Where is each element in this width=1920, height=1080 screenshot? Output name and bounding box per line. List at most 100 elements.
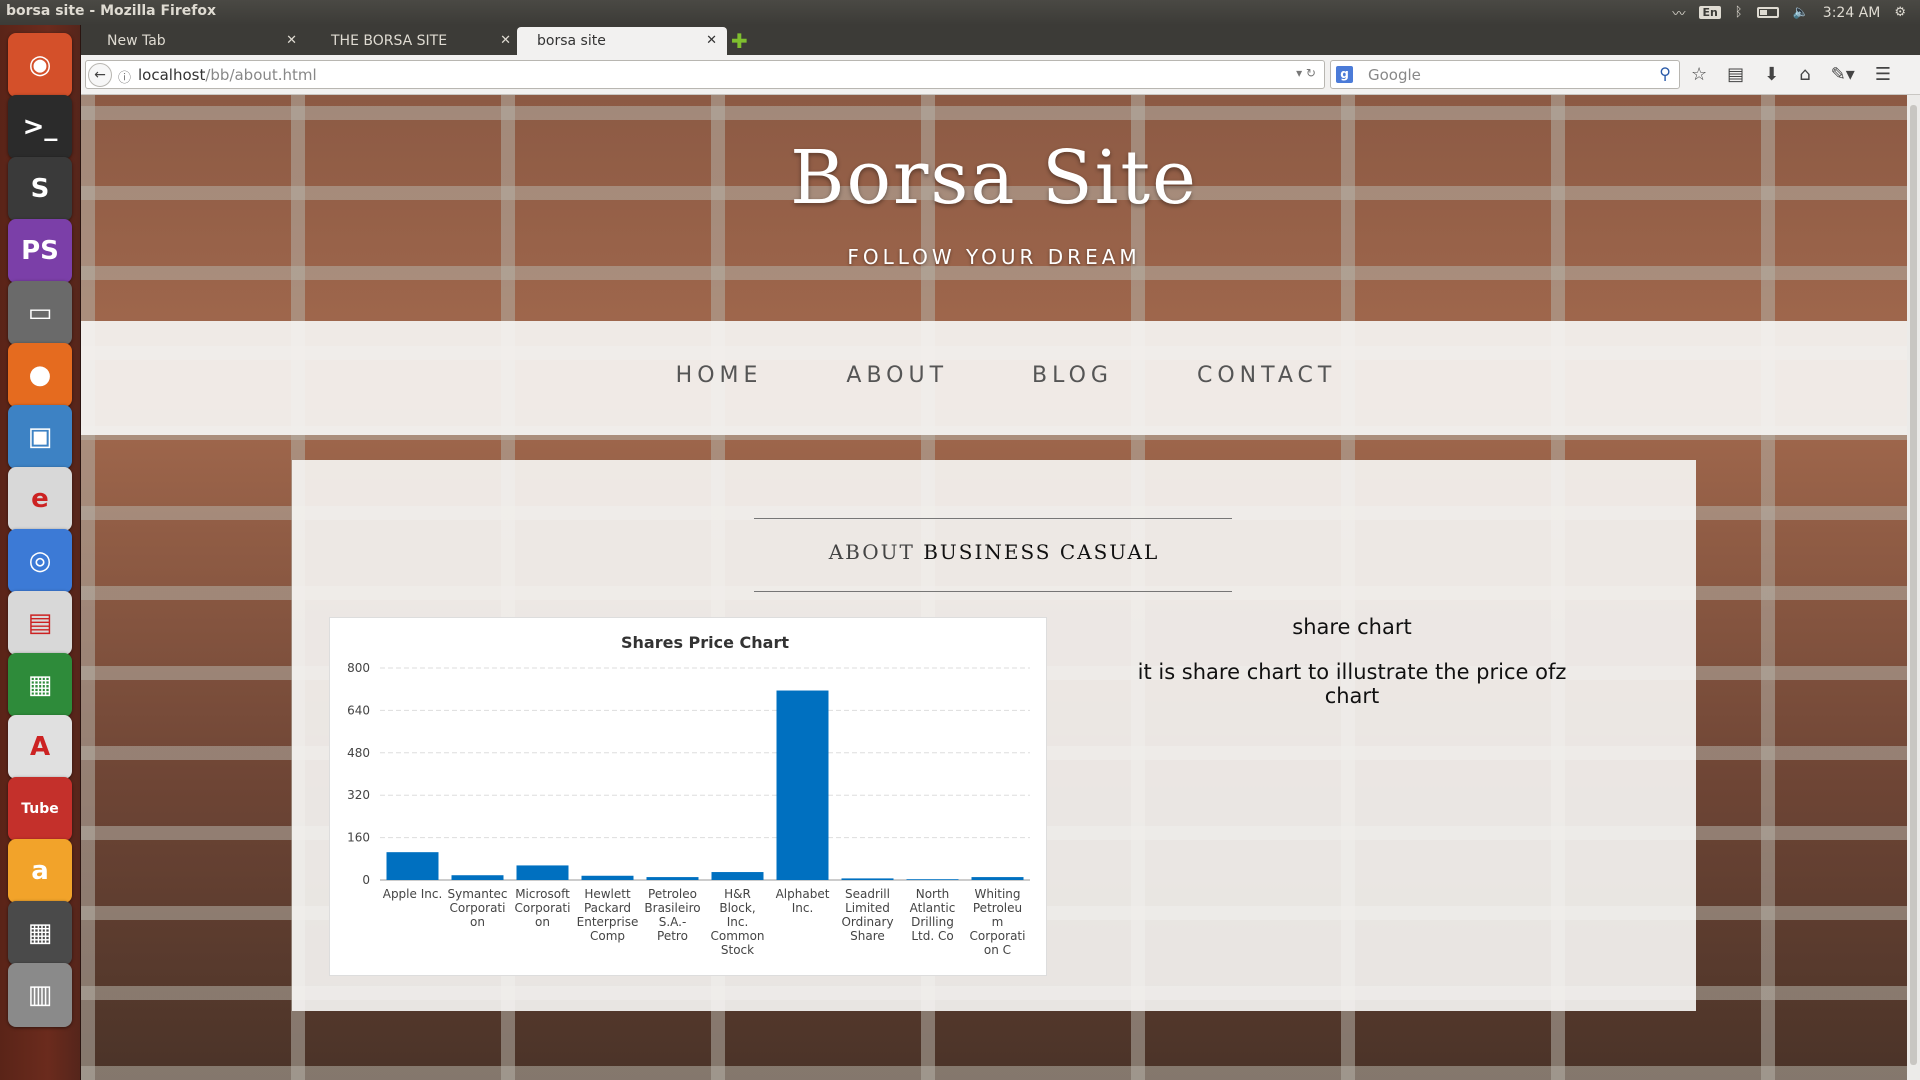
power-gear-icon[interactable]: ⚙ bbox=[1894, 5, 1906, 20]
x-tick-label: Inc. bbox=[792, 901, 814, 915]
sublime-text-icon[interactable]: S bbox=[8, 157, 72, 221]
x-tick-label: Brasileiro bbox=[644, 901, 700, 915]
bar bbox=[971, 877, 1024, 880]
back-arrow-icon[interactable]: ← bbox=[88, 63, 112, 87]
extension-icon[interactable]: ✎▾ bbox=[1831, 64, 1855, 85]
reload-icon[interactable]: ▾ ↻ bbox=[1296, 66, 1316, 80]
terminal-icon[interactable]: >_ bbox=[8, 95, 72, 159]
x-tick-label: Common bbox=[710, 929, 764, 943]
content-box: ABOUT BUSINESS CASUAL Shares Price Chart… bbox=[292, 460, 1696, 1011]
workspace-switcher-icon[interactable]: ▦ bbox=[8, 901, 72, 965]
x-tick-label: Comp bbox=[590, 929, 625, 943]
address-bar[interactable]: ← ⓘ localhost/bb/about.html ▾ ↻ bbox=[85, 60, 1325, 89]
browser-nav-bar: ← ⓘ localhost/bb/about.html ▾ ↻ g Google… bbox=[81, 55, 1920, 95]
emacs-icon[interactable]: e bbox=[8, 467, 72, 531]
x-tick-label: Corporati bbox=[450, 901, 506, 915]
x-tick-label: Hewlett bbox=[584, 887, 631, 901]
site-identity-icon[interactable]: ⓘ bbox=[118, 67, 131, 86]
ubuntu-dash-icon[interactable]: ◉ bbox=[8, 33, 72, 97]
x-tick-label: Inc. bbox=[727, 915, 749, 929]
x-tick-label: Share bbox=[850, 929, 885, 943]
clock[interactable]: 3:24 AM bbox=[1823, 5, 1881, 21]
tab-new-tab[interactable]: New Tab ✕ bbox=[87, 27, 307, 55]
tab-label: New Tab bbox=[107, 33, 166, 49]
chart-svg: Shares Price Chart 0 160 320 480 640 800 Apple … bbox=[347, 633, 1030, 957]
y-tick-label: 480 bbox=[347, 746, 370, 760]
reading-list-icon[interactable]: ▤ bbox=[1727, 64, 1744, 85]
home-icon[interactable]: ⌂ bbox=[1799, 64, 1810, 85]
y-tick-label: 640 bbox=[347, 703, 370, 717]
menu-icon[interactable]: ☰ bbox=[1875, 64, 1891, 85]
x-tick-label: S.A.- bbox=[659, 915, 687, 929]
close-tab-icon[interactable]: ✕ bbox=[286, 33, 297, 48]
side-heading: share chart bbox=[1292, 615, 1412, 639]
x-tick-label: on C bbox=[984, 943, 1011, 957]
tab-borsa-site[interactable]: borsa site ✕ bbox=[517, 27, 727, 55]
scrollbar-thumb[interactable] bbox=[1910, 105, 1917, 1065]
download-icon[interactable]: ⬇ bbox=[1764, 64, 1779, 85]
x-tick-label: Enterprise bbox=[577, 915, 639, 929]
keyboard-layout-indicator[interactable]: En bbox=[1699, 6, 1721, 19]
files-icon[interactable]: ▭ bbox=[8, 281, 72, 345]
x-tick-label: Petro bbox=[657, 929, 688, 943]
ubuntu-software-icon[interactable]: A bbox=[8, 715, 72, 779]
url-path: /bb/about.html bbox=[205, 66, 317, 84]
search-bar[interactable]: g Google ⚲ bbox=[1330, 60, 1680, 89]
site-nav: HOME ABOUT BLOG CONTACT bbox=[81, 321, 1907, 435]
nav-blog[interactable]: BLOG bbox=[1032, 363, 1113, 388]
youtube-icon[interactable]: Tube bbox=[8, 777, 72, 841]
phpstorm-icon[interactable]: PS bbox=[8, 219, 72, 283]
nav-contact[interactable]: CONTACT bbox=[1197, 363, 1336, 388]
bar bbox=[776, 690, 829, 880]
shares-price-chart: Shares Price Chart 0 160 320 480 640 800 Apple … bbox=[329, 617, 1047, 976]
amazon-icon[interactable]: a bbox=[8, 839, 72, 903]
bluetooth-icon[interactable]: ᛒ bbox=[1735, 5, 1743, 20]
nav-about[interactable]: ABOUT bbox=[846, 363, 948, 388]
close-tab-icon[interactable]: ✕ bbox=[706, 33, 717, 48]
close-tab-icon[interactable]: ✕ bbox=[500, 33, 511, 48]
x-tick-label: Ordinary bbox=[841, 915, 893, 929]
x-tick-label: Block, bbox=[719, 901, 755, 915]
x-tick-label: Limited bbox=[845, 901, 890, 915]
x-tick-label: H&R bbox=[724, 887, 751, 901]
trash-icon[interactable]: ▥ bbox=[8, 963, 72, 1027]
battery-icon[interactable] bbox=[1756, 7, 1779, 18]
x-tick-label: Microsoft bbox=[515, 887, 570, 901]
bar bbox=[646, 877, 699, 880]
wifi-icon[interactable]: 〰 bbox=[1672, 3, 1685, 22]
bar bbox=[581, 875, 634, 880]
x-tick-label: Alphabet bbox=[776, 887, 830, 901]
site-tagline: FOLLOW YOUR DREAM bbox=[847, 245, 1141, 269]
page-scrollbar[interactable] bbox=[1907, 95, 1920, 1080]
new-tab-plus-icon[interactable]: ✚ bbox=[731, 29, 748, 53]
side-text: it is share chart to illustrate the pric… bbox=[1137, 660, 1567, 708]
firefox-icon[interactable]: ● bbox=[8, 343, 72, 407]
libreoffice-calc-icon[interactable]: ▦ bbox=[8, 653, 72, 717]
libreoffice-impress-icon[interactable]: ▤ bbox=[8, 591, 72, 655]
toolbar-icons: ☆ ▤ ⬇ ⌂ ✎▾ ☰ bbox=[1691, 64, 1891, 85]
virtualbox-icon[interactable]: ▣ bbox=[8, 405, 72, 469]
y-tick-label: 0 bbox=[362, 873, 370, 887]
x-tick-label: Whiting bbox=[974, 887, 1020, 901]
tab-the-borsa-site[interactable]: THE BORSA SITE ✕ bbox=[311, 27, 521, 55]
nav-home[interactable]: HOME bbox=[676, 363, 763, 388]
bookmark-star-icon[interactable]: ☆ bbox=[1691, 64, 1707, 85]
x-tick-label: Petroleo bbox=[648, 887, 697, 901]
volume-icon[interactable]: 🔈 bbox=[1793, 5, 1809, 20]
bar bbox=[711, 872, 764, 880]
search-engine-icon[interactable]: g bbox=[1336, 66, 1353, 83]
x-tick-label: Corporati bbox=[515, 901, 571, 915]
system-top-bar: borsa site - Mozilla Firefox 〰 En ᛒ 🔈 3:… bbox=[0, 0, 1920, 25]
x-tick-label: Symantec bbox=[447, 887, 507, 901]
bar bbox=[386, 852, 439, 880]
chart-title: Shares Price Chart bbox=[621, 633, 789, 652]
chromium-icon[interactable]: ◎ bbox=[8, 529, 72, 593]
x-tick-label: Corporati bbox=[970, 929, 1026, 943]
bar bbox=[906, 879, 959, 880]
x-tick-label: on bbox=[535, 915, 550, 929]
search-icon[interactable]: ⚲ bbox=[1659, 64, 1671, 83]
url-text[interactable]: localhost/bb/about.html bbox=[138, 66, 317, 84]
x-tick-label: Ltd. Co bbox=[911, 929, 953, 943]
y-tick-label: 800 bbox=[347, 661, 370, 675]
url-host: localhost bbox=[138, 66, 206, 84]
